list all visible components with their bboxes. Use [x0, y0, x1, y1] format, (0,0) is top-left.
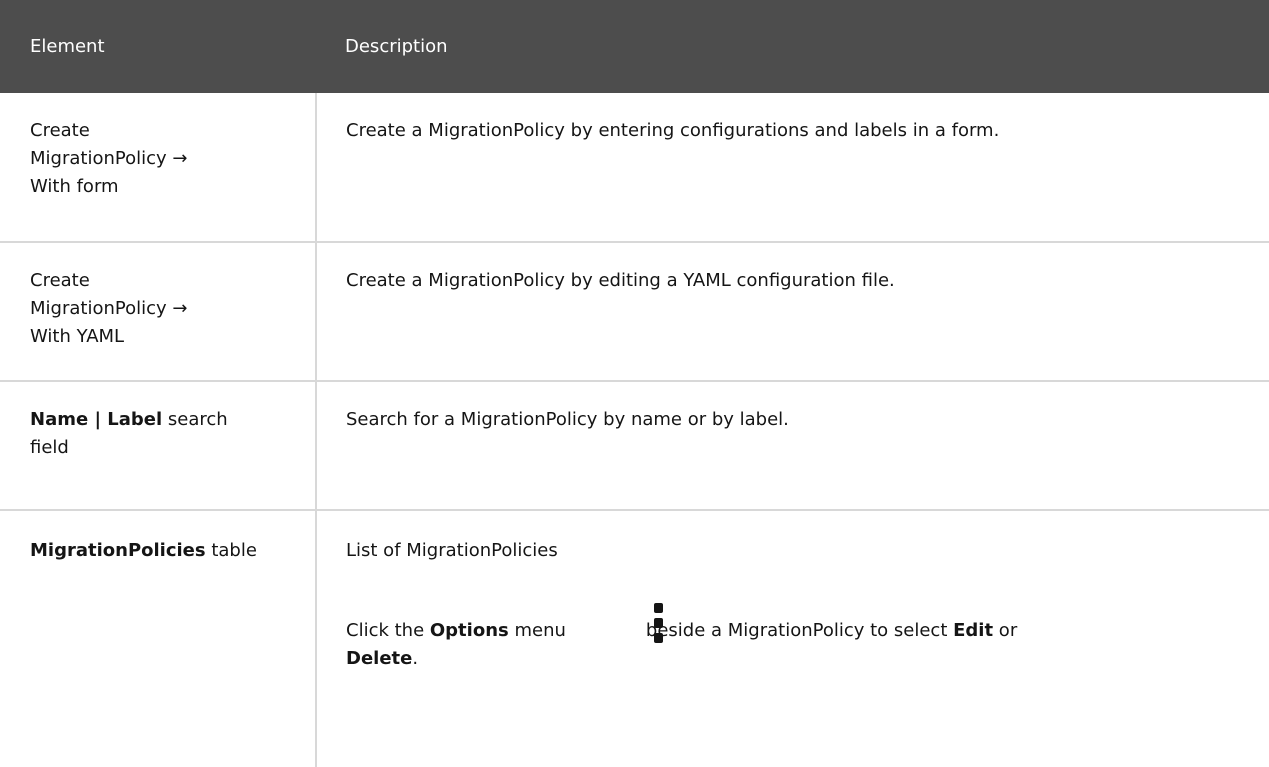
element-text: search: [162, 409, 228, 430]
element-line: With YAML: [30, 326, 125, 347]
description-cell: Search for a MigrationPolicy by name or …: [316, 381, 1269, 511]
text-fragment: beside a MigrationPolicy to select: [645, 620, 954, 641]
description-text: Search for a MigrationPolicy by name or …: [346, 409, 789, 430]
text-fragment: Click the: [346, 620, 430, 641]
description-cell: Create a MigrationPolicy by editing a YA…: [316, 242, 1269, 382]
column-header-element: Element: [30, 36, 105, 57]
element-line: MigrationPolicy →: [30, 148, 188, 169]
element-line: Create: [30, 120, 90, 141]
description-cell: List of MigrationPolicies Click the Opti…: [316, 510, 1269, 767]
table-row: Create MigrationPolicy → With form Creat…: [0, 93, 1269, 243]
text-fragment: .: [412, 648, 419, 669]
kebab-menu-icon: [654, 603, 664, 651]
table-row: MigrationPolicies table List of Migratio…: [0, 510, 1269, 767]
element-line: With form: [30, 176, 119, 197]
text-fragment: or: [993, 620, 1018, 641]
column-header-description: Description: [345, 36, 448, 57]
description-text: Create a MigrationPolicy by entering con…: [346, 120, 1000, 141]
delete-label: Delete: [346, 648, 413, 669]
element-line: field: [30, 437, 69, 458]
description-cell: Create a MigrationPolicy by entering con…: [316, 93, 1269, 243]
element-cell: Create MigrationPolicy → With form: [0, 93, 317, 243]
element-text: table: [205, 540, 257, 561]
element-line: Create: [30, 270, 90, 291]
table-row: Create MigrationPolicy → With YAML Creat…: [0, 242, 1269, 382]
description-text: List of MigrationPolicies: [346, 540, 558, 561]
edit-label: Edit: [953, 620, 994, 641]
text-fragment: menu: [508, 620, 566, 641]
element-bold: MigrationPolicies: [30, 540, 206, 561]
options-label: Options: [429, 620, 509, 641]
element-bold: Name | Label: [30, 409, 163, 430]
element-cell: Name | Label search field: [0, 381, 317, 511]
element-cell: MigrationPolicies table: [0, 510, 317, 767]
table-header-row: Element Description: [0, 0, 1269, 93]
description-paragraph: Click the Options menu beside a Migration…: [346, 603, 1239, 673]
table-row: Name | Label search field Search for a M…: [0, 381, 1269, 511]
description-text: Create a MigrationPolicy by editing a YA…: [346, 270, 895, 291]
element-cell: Create MigrationPolicy → With YAML: [0, 242, 317, 382]
element-line: MigrationPolicy →: [30, 298, 188, 319]
elements-table: Element Description Create MigrationPoli…: [0, 0, 1269, 767]
